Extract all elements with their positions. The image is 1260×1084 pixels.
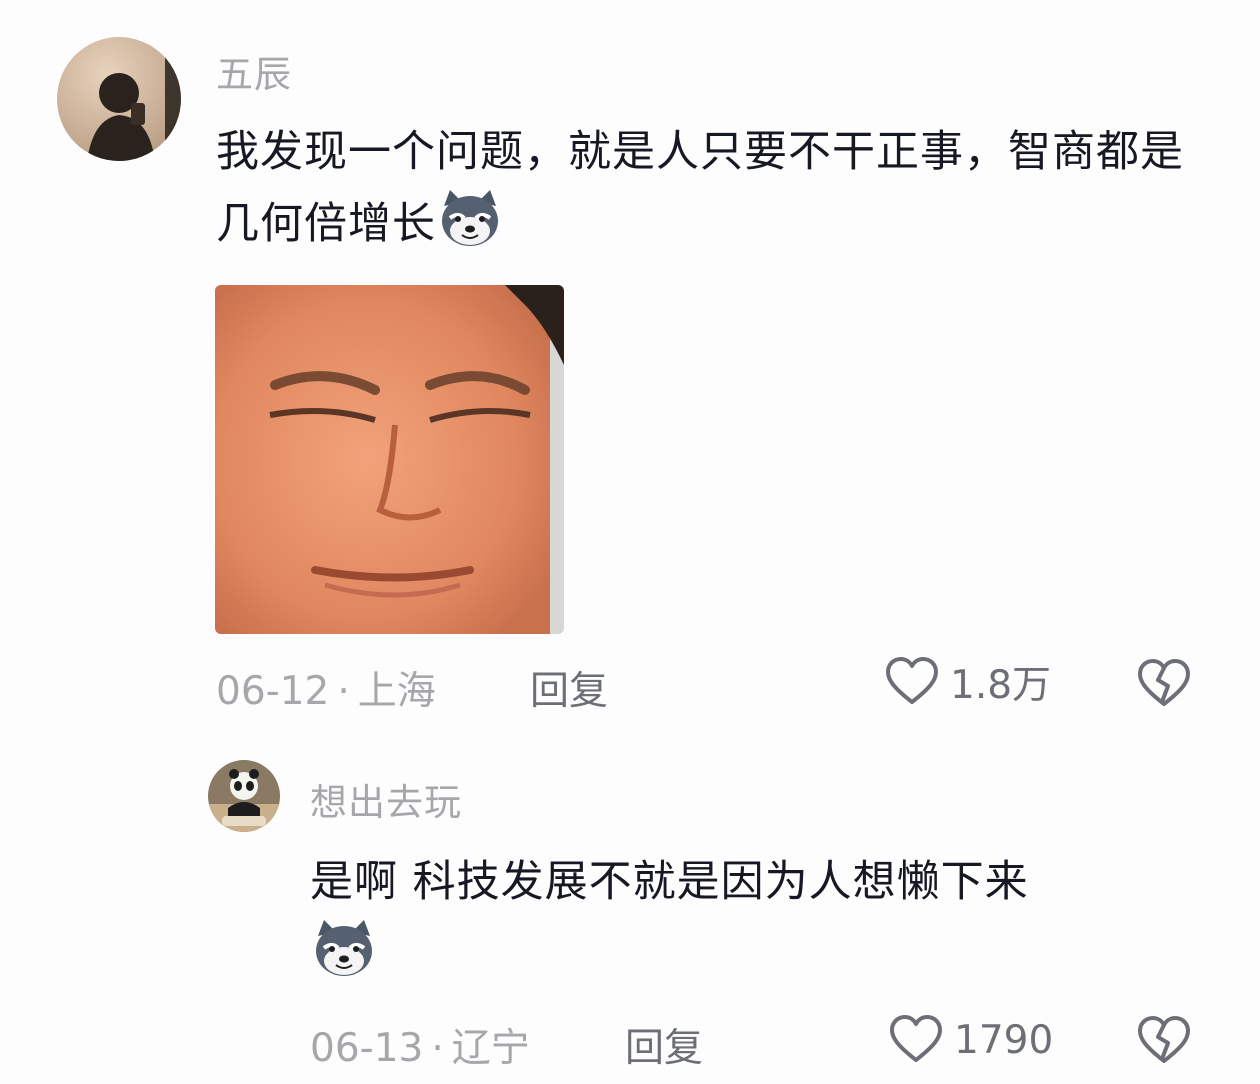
comment-date: 06-12	[216, 669, 330, 714]
comment-text: 是啊 科技发展不就是因为人想懒下来	[310, 846, 1210, 990]
comment-date: 06-13	[310, 1026, 424, 1071]
comment-thread: 五辰 我发现一个问题，就是人只要不干正事，智商都是几何倍增长 06-12 · 上…	[0, 0, 1260, 1084]
separator: ·	[337, 669, 350, 714]
comment-location: 上海	[357, 669, 436, 714]
avatar[interactable]	[208, 760, 280, 832]
heart-outline-icon	[884, 654, 940, 710]
comment-location: 辽宁	[451, 1026, 530, 1071]
reply-button[interactable]: 回复	[625, 1017, 703, 1073]
broken-heart-icon	[1136, 1013, 1192, 1069]
husky-smirk-emoji	[310, 918, 378, 980]
like-count: 1.8万	[950, 663, 1052, 708]
separator: ·	[431, 1026, 444, 1071]
heart-outline-icon	[888, 1012, 944, 1068]
broken-heart-icon	[1136, 656, 1192, 712]
like-button[interactable]: 1.8万	[884, 654, 1051, 710]
like-button[interactable]: 1790	[888, 1012, 1053, 1068]
avatar[interactable]	[57, 37, 181, 161]
username[interactable]: 五辰	[216, 44, 292, 98]
username[interactable]: 想出去玩	[310, 772, 462, 826]
meme-image[interactable]	[215, 285, 564, 634]
like-count: 1790	[954, 1017, 1054, 1063]
dislike-button[interactable]	[1136, 656, 1192, 712]
comment-text: 我发现一个问题，就是人只要不干正事，智商都是几何倍增长	[216, 127, 1184, 250]
reply-button[interactable]: 回复	[530, 660, 608, 716]
husky-smirk-emoji	[436, 188, 504, 250]
comment-meta: 06-13 · 辽宁	[310, 1017, 530, 1073]
dislike-button[interactable]	[1136, 1013, 1192, 1069]
comment-meta: 06-12 · 上海	[216, 660, 436, 716]
